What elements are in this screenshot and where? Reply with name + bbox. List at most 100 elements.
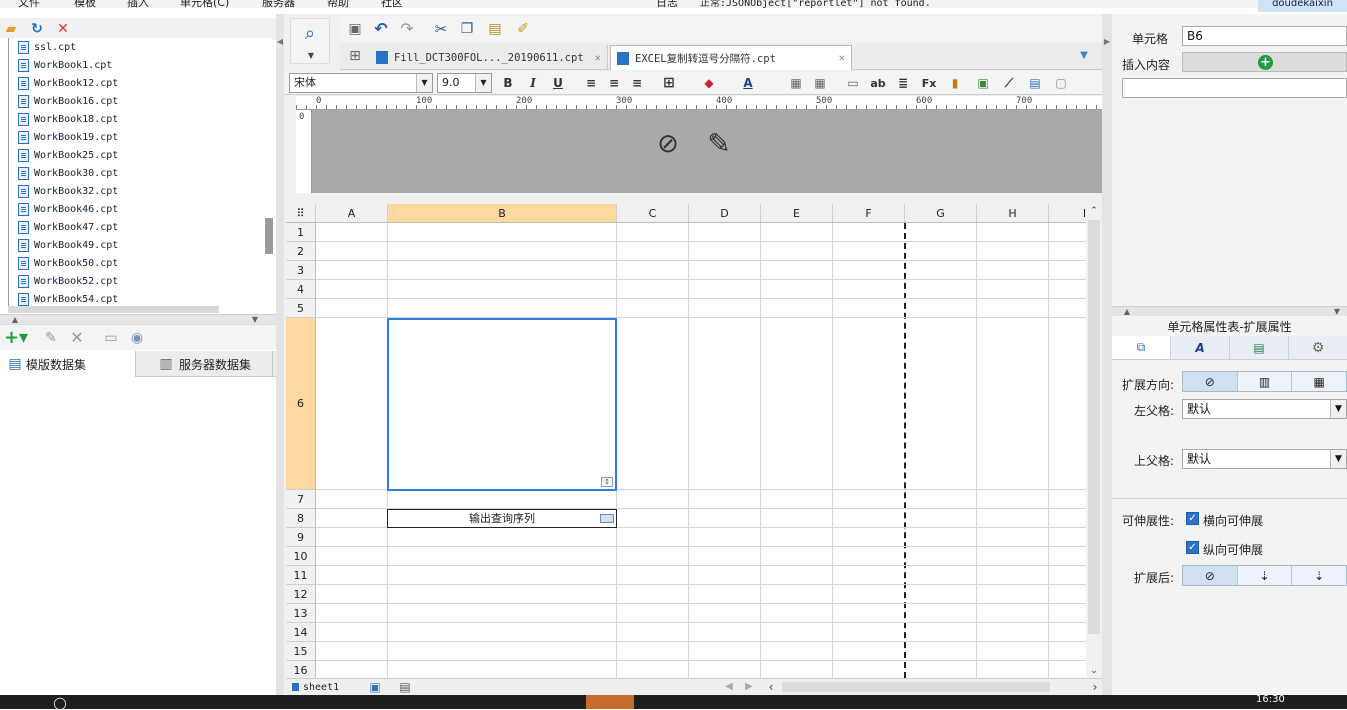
tree-item[interactable]: WorkBook47.cpt [18, 218, 118, 236]
redo-icon[interactable]: ↷ [398, 20, 416, 38]
fill-color-icon[interactable]: ◆ [700, 74, 718, 92]
menu-cell[interactable]: 单元格(C) [180, 0, 229, 8]
sort-descending-icon[interactable]: ⇣ [1292, 566, 1346, 585]
delete-icon[interactable]: ✕ [55, 21, 71, 37]
hscroll-thumb[interactable] [782, 682, 1050, 692]
collapse-left-icon[interactable]: ◀ [276, 36, 284, 48]
column-header[interactable]: E [761, 204, 833, 223]
after-expand-control[interactable]: ⊘ ⇣ ⇣ [1182, 565, 1347, 586]
collapse-right-icon[interactable]: ▶ [1102, 36, 1112, 48]
bold-icon[interactable]: B [499, 74, 517, 92]
subreport-icon[interactable]: ▤ [1026, 74, 1044, 92]
left-splitter[interactable]: ▲ ▼ [0, 314, 278, 324]
merge-cells-icon[interactable]: ▦ [787, 74, 805, 92]
tab-list-icon[interactable]: ▼ [1076, 49, 1092, 63]
row-header[interactable]: 15 [286, 642, 316, 661]
border-icon[interactable]: ⊞ [660, 74, 678, 92]
align-center-icon[interactable]: ≡ [605, 74, 623, 92]
add-dataset-icon[interactable]: +▾ [4, 329, 28, 347]
italic-icon[interactable]: I [524, 74, 542, 92]
column-header[interactable]: B [388, 204, 617, 223]
no-sort-icon[interactable]: ⊘ [1183, 566, 1238, 585]
menu-community[interactable]: 社区 [381, 0, 403, 8]
tab-template-dataset[interactable]: ▤ 模版数据集 [0, 351, 136, 377]
row-header[interactable]: 14 [286, 623, 316, 642]
menu-insert[interactable]: 插入 [127, 0, 149, 8]
align-left-icon[interactable]: ≡ [582, 74, 600, 92]
scroll-down-icon[interactable]: ⌄ [1089, 666, 1099, 676]
font-color-icon[interactable]: A [739, 74, 757, 92]
font-family-select[interactable]: 宋体 ▼ [289, 73, 433, 93]
underline-icon[interactable]: U [549, 74, 567, 92]
row-header[interactable]: 7 [286, 490, 316, 509]
collapse-up-icon[interactable]: ▲ [1122, 307, 1132, 317]
no-expand-icon[interactable]: ⊘ [1183, 372, 1238, 391]
formula-icon[interactable]: Fx [920, 74, 938, 92]
column-header[interactable]: F [833, 204, 905, 223]
row-header[interactable]: 8 [286, 509, 316, 528]
horizontal-expand-icon[interactable]: ▦ [1292, 372, 1346, 391]
stretch-horizontal-checkbox[interactable]: ✓ [1186, 512, 1199, 525]
top-parent-select[interactable]: 默认 ▼ [1182, 449, 1347, 469]
row-header[interactable]: 16 [286, 661, 316, 678]
add-form-sheet-icon[interactable]: ▤ [394, 680, 416, 694]
tree-item[interactable]: WorkBook1.cpt [18, 56, 112, 74]
cut-icon[interactable]: ✂ [432, 20, 450, 38]
tab-style-icon[interactable]: A [1171, 336, 1230, 359]
tree-item[interactable]: WorkBook16.cpt [18, 92, 118, 110]
row-header[interactable]: 2 [286, 242, 316, 261]
stretch-vertical-checkbox[interactable]: ✓ [1186, 541, 1199, 554]
menu-server[interactable]: 服务器 [262, 0, 295, 8]
spreadsheet-grid[interactable]: ⠿ A B C D E F G H I 1 2 3 4 5 6 7 8 9 10… [286, 204, 1086, 678]
row-header[interactable]: 1 [286, 223, 316, 242]
sort-ascending-icon[interactable]: ⇣ [1238, 566, 1293, 585]
row-header[interactable]: 3 [286, 261, 316, 280]
tree-item[interactable]: WorkBook30.cpt [18, 164, 118, 182]
row-header[interactable]: 9 [286, 528, 316, 547]
tab-expand-icon[interactable]: ⧉ [1112, 336, 1171, 359]
chart-icon[interactable]: ▮ [946, 74, 964, 92]
slash-icon[interactable]: ⟋ [1000, 74, 1018, 92]
column-header[interactable]: C [617, 204, 689, 223]
row-header[interactable]: 4 [286, 280, 316, 299]
row-header[interactable]: 5 [286, 299, 316, 318]
more-widgets-icon[interactable]: ▢ [1052, 74, 1070, 92]
tree-item[interactable]: WorkBook25.cpt [18, 146, 118, 164]
tab-condition-icon[interactable]: ▤ [1230, 336, 1289, 359]
search-icon[interactable]: ◯ [50, 696, 70, 709]
hscroll-left-icon[interactable]: ‹ [764, 680, 778, 694]
tree-item[interactable]: WorkBook52.cpt [18, 272, 118, 290]
sheet-prev-icon[interactable]: ◀ [722, 680, 736, 694]
template-preview-button[interactable]: ⌕ ▼ [290, 18, 330, 64]
tree-item[interactable]: ssl.cpt [18, 38, 76, 56]
column-header[interactable]: A [316, 204, 388, 223]
unmerge-cells-icon[interactable]: ▦ [811, 74, 829, 92]
menu-help[interactable]: 帮助 [327, 0, 349, 8]
eye-off-icon[interactable]: ⊘ [650, 128, 686, 160]
tree-item[interactable]: WorkBook46.cpt [18, 200, 118, 218]
scroll-up-icon[interactable]: ⌃ [1089, 206, 1099, 216]
paste-icon[interactable]: ▤ [486, 20, 504, 38]
close-icon[interactable]: ✕ [595, 52, 601, 64]
align-right-icon[interactable]: ≡ [628, 74, 646, 92]
tree-item[interactable]: WorkBook12.cpt [18, 74, 118, 92]
sheet-tab[interactable]: sheet1 [292, 679, 339, 695]
collapse-down-icon[interactable]: ▼ [1332, 307, 1342, 317]
column-header[interactable]: G [905, 204, 977, 223]
vertical-expand-icon[interactable]: ▥ [1238, 372, 1293, 391]
font-size-select[interactable]: 9.0 ▼ [437, 73, 492, 93]
tab-fill-dct[interactable]: Fill_DCT300FOL..._20190611.cpt ✕ [370, 45, 608, 70]
remove-icon[interactable]: ✕ [68, 329, 86, 347]
edit-icon[interactable]: ✎ [42, 329, 60, 347]
row-header[interactable]: 11 [286, 566, 316, 585]
close-icon[interactable]: ✕ [839, 52, 845, 64]
tab-excel-copy[interactable]: EXCEL复制转逗号分隔符.cpt ✕ [610, 45, 852, 70]
database-icon[interactable]: ◉ [128, 329, 146, 347]
row-header[interactable]: 6 [286, 318, 316, 490]
tree-item[interactable]: WorkBook19.cpt [18, 128, 118, 146]
tree-item[interactable]: WorkBook49.cpt [18, 236, 118, 254]
tree-scrollbar-thumb[interactable] [265, 218, 273, 254]
row-header[interactable]: 13 [286, 604, 316, 623]
save-icon[interactable]: ▣ [346, 20, 364, 38]
preview-icon[interactable]: ▭ [102, 329, 120, 347]
